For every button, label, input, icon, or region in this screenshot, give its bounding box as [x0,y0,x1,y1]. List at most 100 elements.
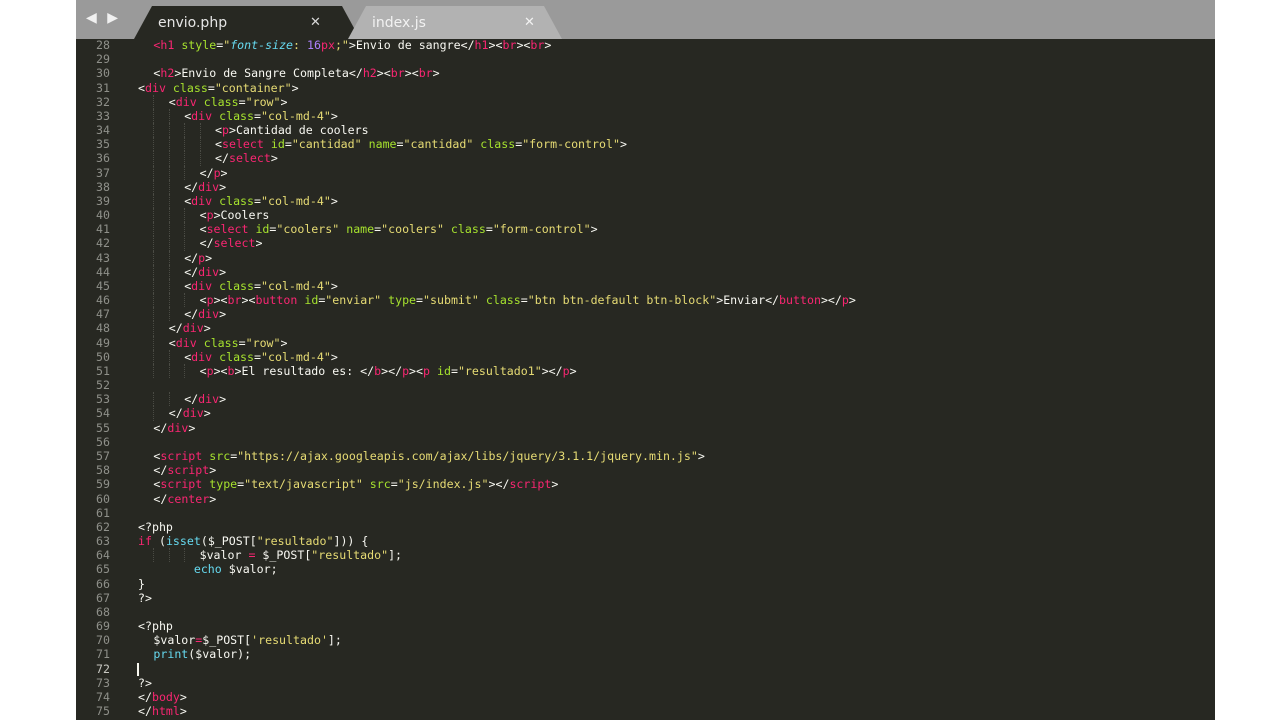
code-text: </div> [184,180,226,194]
code-line[interactable]: 74 </body> [76,690,1215,704]
code-line[interactable]: 43 </p> [76,250,1215,265]
code-token: body [151,689,180,704]
code-token: = [520,293,528,308]
code-line[interactable]: 35 <select id="cantidad" name="cantidad" … [76,137,1215,152]
code-line[interactable]: 37 </p> [76,165,1215,180]
code-line[interactable]: 28 <h1 style="font-size: 16px;">Envio de … [76,38,1215,52]
close-icon[interactable]: ✕ [524,15,535,30]
code-token: class [212,108,255,123]
tab-envio-php[interactable]: envio.php ✕ [134,6,360,39]
code-line[interactable]: 64 $valor = $_POST["resultado"]; [76,548,1215,563]
code-line[interactable]: 40 <p>Coolers [76,208,1215,223]
code-line[interactable]: 73 ?> [76,676,1215,690]
code-token: </ [199,165,214,180]
code-line[interactable]: 48 </div> [76,321,1215,336]
code-token: >< [376,66,391,81]
indent-guide [168,193,170,209]
indent-guide [153,193,155,209]
code-line[interactable]: 45 <div class="col-md-4"> [76,278,1215,294]
code-line[interactable]: 46 <p><br><button id="enviar" type="submi… [76,293,1215,308]
code-line[interactable]: 59 <script type="text/javascript" src="js… [76,477,1215,491]
indent-guide [168,236,170,251]
tab-nav-arrows[interactable]: ◀ ▶ [86,10,121,26]
code-line[interactable]: 30 <h2>Envio de Sangre Completa</h2><br><… [76,66,1215,80]
code-token: h2 [160,66,175,81]
code-line[interactable]: 41 <select id="coolers" name="coolers" cl… [76,222,1215,237]
line-number: 33 [96,108,110,123]
code-line[interactable]: 55 </div> [76,421,1215,435]
code-line[interactable]: 63 if (isset($_POST["resultado"])) { [76,534,1215,548]
code-line[interactable]: 51 <p><b>El resultado es: </b></p><p id="… [76,363,1215,379]
code-token: p [402,363,410,378]
code-token: script [167,463,210,478]
code-line[interactable]: 54 </div> [76,406,1215,421]
code-line[interactable]: 31 <div class="container"> [76,81,1215,95]
code-token: > [330,108,338,123]
code-token: >Coolers [213,208,270,223]
line-number: 64 [96,548,110,563]
code-token: > [544,38,552,52]
code-line[interactable]: 44 </div> [76,264,1215,279]
code-line[interactable]: 42 </select> [76,236,1215,251]
code-line[interactable]: 61 [76,506,1215,520]
code-line[interactable]: 56 [76,435,1215,449]
code-token: ($_POST[ [200,534,257,549]
code-token: class [212,278,255,293]
code-token: < [168,94,176,109]
code-line[interactable]: 75 </html> [76,704,1215,718]
code-line[interactable]: 62 <?php [76,520,1215,534]
code-line[interactable]: 66} [76,577,1215,591]
code-token: div [182,406,204,421]
code-line[interactable]: 70 $valor=$_POST['resultado']; [76,633,1215,647]
code-token: "container" [214,80,292,95]
code-line[interactable]: 33 <div class="col-md-4"> [76,108,1215,124]
code-token: 16 [307,38,321,52]
code-text: <p>Cantidad de coolers [215,123,369,137]
code-line[interactable]: 38 </div> [76,179,1215,194]
line-number: 73 [96,675,110,690]
code-line[interactable]: 29 [76,52,1215,66]
indent-guide [168,179,170,194]
code-line[interactable]: 39 <div class="col-md-4"> [76,193,1215,209]
close-icon[interactable]: ✕ [310,15,321,30]
code-token: class [212,349,255,364]
code-token: "col-md-4" [261,278,331,293]
indent-guide [184,151,186,166]
code-token: id [263,137,285,152]
code-area[interactable]: 28 <h1 style="font-size: 16px;">Envio de … [76,38,1215,718]
code-line[interactable]: 52 [76,378,1215,392]
code-line[interactable]: 47 </div> [76,307,1215,322]
code-token: if [138,534,152,549]
code-token: > [203,406,211,421]
code-token: = [254,278,261,293]
code-line[interactable]: 68 [76,605,1215,619]
code-token: div [167,420,189,435]
code-token: } [138,576,145,591]
code-line[interactable]: 65 echo $valor; [76,562,1215,576]
code-line[interactable]: 72 [76,662,1215,676]
code-text: </div> [184,307,226,321]
code-token: class [212,193,255,208]
line-number: 52 [96,378,110,393]
code-token: p [206,208,214,223]
code-line[interactable]: 36 </select> [76,151,1215,166]
code-token: id [430,363,451,378]
line-number: 36 [96,151,110,166]
code-line[interactable]: 67 ?> [76,591,1215,605]
code-token: id [297,293,319,308]
code-line[interactable]: 71 print($valor); [76,647,1215,661]
code-line[interactable]: 60 </center> [76,492,1215,506]
indent-guide [168,108,170,124]
code-token: </ [168,321,183,336]
code-line[interactable]: 69 <?php [76,619,1215,633]
code-editor-window[interactable]: ◀ ▶ envio.php ✕ index.js ✕ 28 <h1 style="… [76,0,1215,720]
code-line[interactable]: 58 </script> [76,463,1215,477]
code-line[interactable]: 49 <div class="row"> [76,335,1215,350]
code-token: > [590,222,598,237]
code-line[interactable]: 50 <div class="col-md-4"> [76,349,1215,364]
tab-index-js[interactable]: index.js ✕ [348,6,562,39]
code-line[interactable]: 57 <script src="https://ajax.googleapis.c… [76,449,1215,463]
code-line[interactable]: 34 <p>Cantidad de coolers [76,123,1215,138]
code-line[interactable]: 53 </div> [76,392,1215,407]
code-line[interactable]: 32 <div class="row"> [76,94,1215,109]
